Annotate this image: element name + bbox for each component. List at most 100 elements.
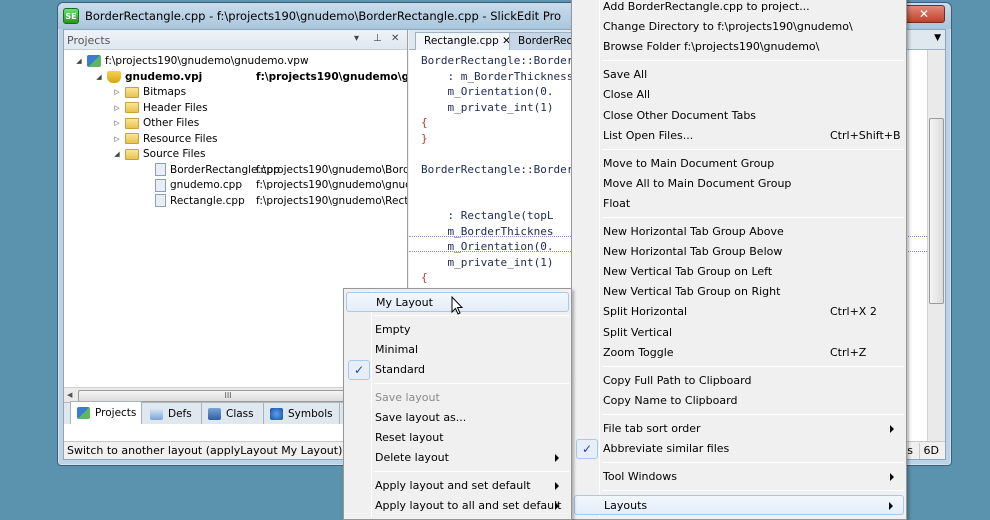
menu-item-label: My Layout bbox=[376, 296, 433, 309]
mouse-pointer-icon bbox=[451, 296, 464, 315]
code-line: m_Orientation(0. bbox=[421, 240, 554, 253]
menu-item-reset-layout[interactable]: Reset layout bbox=[346, 428, 569, 448]
tab-class[interactable]: Class bbox=[202, 403, 264, 424]
menu-item-layouts[interactable]: Layouts bbox=[574, 495, 904, 516]
menu-item-copy-name-to-clipboard[interactable]: Copy Name to Clipboard bbox=[574, 391, 904, 411]
project-icon bbox=[107, 70, 121, 83]
menu-item-zoom-toggle[interactable]: Zoom Toggle Ctrl+Z bbox=[574, 343, 904, 363]
collapse-arrow-icon[interactable]: ◢ bbox=[94, 73, 104, 81]
defs-icon bbox=[150, 407, 163, 420]
menu-item-browse-folder-f-projects190-gnudemo[interactable]: Browse Folder f:\projects190\gnudemo\ bbox=[574, 37, 904, 57]
menu-item-close-other-document-tabs[interactable]: Close Other Document Tabs bbox=[574, 106, 904, 126]
menu-item-new-horizontal-tab-group-below[interactable]: New Horizontal Tab Group Below bbox=[574, 242, 904, 262]
menu-separator bbox=[602, 60, 904, 62]
tree-item[interactable]: BorderRectangle.cpp f:\projects190\gnudem… bbox=[142, 162, 407, 178]
tree-item-label: Other Files bbox=[143, 117, 200, 129]
menu-item-apply-layout-and-set-default[interactable]: Apply layout and set default bbox=[346, 476, 569, 496]
menu-item-move-to-main-document-group[interactable]: Move to Main Document Group bbox=[574, 154, 904, 174]
menu-item-shortcut: Ctrl+X 2 bbox=[830, 305, 877, 319]
menu-item-new-vertical-tab-group-on-left[interactable]: New Vertical Tab Group on Left bbox=[574, 262, 904, 282]
menu-item-label: Close Other Document Tabs bbox=[603, 108, 757, 122]
tree-item-label: Resource Files bbox=[143, 132, 218, 145]
menu-item-minimal[interactable]: Minimal bbox=[346, 340, 569, 360]
vertical-scrollbar-thumb[interactable] bbox=[929, 118, 944, 304]
menu-item-new-horizontal-tab-group-above[interactable]: New Horizontal Tab Group Above bbox=[574, 222, 904, 242]
slickedit-app-icon[interactable]: SE bbox=[63, 8, 79, 24]
menu-item-list-open-files[interactable]: List Open Files... Ctrl+Shift+B bbox=[574, 126, 904, 146]
menu-item-label: Delete layout bbox=[375, 451, 449, 464]
tab-symbols[interactable]: Symbols bbox=[264, 403, 340, 424]
menu-item-new-vertical-tab-group-on-right[interactable]: New Vertical Tab Group on Right bbox=[574, 282, 904, 302]
menu-item-float[interactable]: Float bbox=[574, 194, 904, 214]
menu-item-label: Apply layout to all and set default bbox=[375, 499, 562, 512]
window-close-button[interactable]: ✕ bbox=[903, 5, 945, 23]
tab-defs[interactable]: Defs bbox=[144, 403, 202, 424]
menu-item-split-horizontal[interactable]: Split Horizontal Ctrl+X 2 bbox=[574, 302, 904, 322]
menu-item-tool-windows[interactable]: Tool Windows bbox=[574, 467, 904, 487]
expand-arrow-icon[interactable]: ▷ bbox=[112, 135, 122, 143]
tree-item[interactable]: gnudemo.cpp f:\projects190\gnudemo\gnudem bbox=[142, 177, 407, 193]
tree-item[interactable]: ◢ gnudemo.vpj f:\projects190\gnudemo\gn bbox=[94, 69, 407, 85]
tree-item-label: Header Files bbox=[143, 101, 208, 114]
menu-item-file-tab-sort-order[interactable]: File tab sort order bbox=[574, 419, 904, 439]
tree-item-label: Bitmaps bbox=[143, 86, 187, 98]
tree-item[interactable]: ▷ Resource Files bbox=[112, 131, 407, 147]
collapse-arrow-icon[interactable]: ◢ bbox=[112, 150, 122, 158]
char-code-indicator: 6D bbox=[918, 443, 943, 459]
code-line: m_BorderThicknes bbox=[421, 224, 554, 238]
menu-item-standard[interactable]: ✓ Standard bbox=[346, 360, 569, 380]
menu-item-save-layout-as[interactable]: Save layout as... bbox=[346, 408, 569, 428]
menu-item-label: Standard bbox=[375, 363, 426, 376]
menu-item-split-vertical[interactable]: Split Vertical bbox=[574, 323, 904, 343]
menu-separator bbox=[602, 490, 904, 492]
tab-rectangle-cpp[interactable]: Rectangle.cpp ✕ bbox=[415, 32, 520, 50]
menu-item-label: Browse Folder f:\projects190\gnudemo\ bbox=[603, 40, 820, 54]
panel-menu-dropdown-icon[interactable]: ▾ bbox=[354, 33, 359, 44]
menu-item-copy-full-path-to-clipboard[interactable]: Copy Full Path to Clipboard bbox=[574, 371, 904, 391]
menu-item-label: Move to Main Document Group bbox=[603, 156, 775, 170]
menu-separator bbox=[602, 413, 904, 415]
menu-item-label: Save layout as... bbox=[375, 411, 467, 424]
menu-item-label: Split Horizontal bbox=[603, 305, 688, 319]
menu-item-abbreviate-similar-files[interactable]: ✓ Abbreviate similar files bbox=[574, 439, 904, 459]
menu-item-save-all[interactable]: Save All bbox=[574, 65, 904, 85]
tree-item[interactable]: ▷ Header Files bbox=[112, 100, 407, 116]
workspace-icon bbox=[87, 55, 101, 67]
menu-item-label: List Open Files... bbox=[603, 128, 694, 142]
menu-item-change-directory-to-f-projects190-gnudemo[interactable]: Change Directory to f:\projects190\gnude… bbox=[574, 17, 904, 37]
tab-projects[interactable]: Projects bbox=[70, 401, 142, 424]
menu-separator bbox=[374, 383, 569, 384]
tree-item[interactable]: ◢ f:\projects190\gnudemo\gnudemo.vpw bbox=[74, 53, 407, 69]
menu-item-add-borderrectangle-cpp-to-project[interactable]: Add BorderRectangle.cpp to project... bbox=[574, 0, 904, 17]
menu-item-label: New Horizontal Tab Group Above bbox=[603, 225, 784, 238]
expand-arrow-icon[interactable]: ▷ bbox=[112, 119, 122, 127]
expand-arrow-icon[interactable]: ▷ bbox=[112, 104, 122, 112]
tab-list-dropdown-icon[interactable]: ▼ bbox=[934, 33, 941, 43]
panel-close-icon[interactable]: ✕ bbox=[391, 33, 399, 44]
tree-item[interactable]: ◢ Source Files bbox=[112, 146, 407, 162]
tree-item[interactable]: ▷ Other Files bbox=[112, 115, 407, 131]
tree-item[interactable]: ▷ Bitmaps bbox=[112, 84, 407, 100]
menu-item-label: File tab sort order bbox=[603, 421, 701, 435]
menu-item-apply-layout-to-all-and-set-default[interactable]: Apply layout to all and set default bbox=[346, 496, 569, 516]
menu-separator bbox=[602, 365, 904, 367]
menu-item-save-layout[interactable]: Save layout bbox=[346, 388, 569, 408]
menu-item-empty[interactable]: Empty bbox=[346, 320, 569, 340]
scroll-left-arrow-icon[interactable]: ◀ bbox=[67, 391, 72, 399]
menu-item-label: Empty bbox=[375, 323, 411, 336]
menu-item-close-all[interactable]: Close All bbox=[574, 85, 904, 105]
collapse-arrow-icon[interactable]: ◢ bbox=[74, 57, 84, 65]
menu-item-move-all-to-main-document-group[interactable]: Move All to Main Document Group bbox=[574, 174, 904, 194]
projects-icon bbox=[77, 407, 90, 419]
pin-icon[interactable]: ⊥ bbox=[373, 33, 382, 44]
submenu-arrow-icon bbox=[555, 482, 559, 490]
menu-item-label: New Vertical Tab Group on Right bbox=[603, 285, 781, 299]
tree-item[interactable]: Rectangle.cpp f:\projects190\gnudemo\Rect… bbox=[142, 193, 407, 209]
menu-item-label: Zoom Toggle bbox=[603, 345, 674, 359]
code-line: : Rectangle(topL bbox=[421, 209, 554, 222]
folder-icon bbox=[125, 86, 139, 98]
menu-item-delete-layout[interactable]: Delete layout bbox=[346, 448, 569, 468]
expand-arrow-icon[interactable]: ▷ bbox=[112, 88, 122, 96]
vertical-scrollbar[interactable] bbox=[927, 50, 945, 442]
code-line: : m_BorderThickness( bbox=[421, 69, 580, 83]
